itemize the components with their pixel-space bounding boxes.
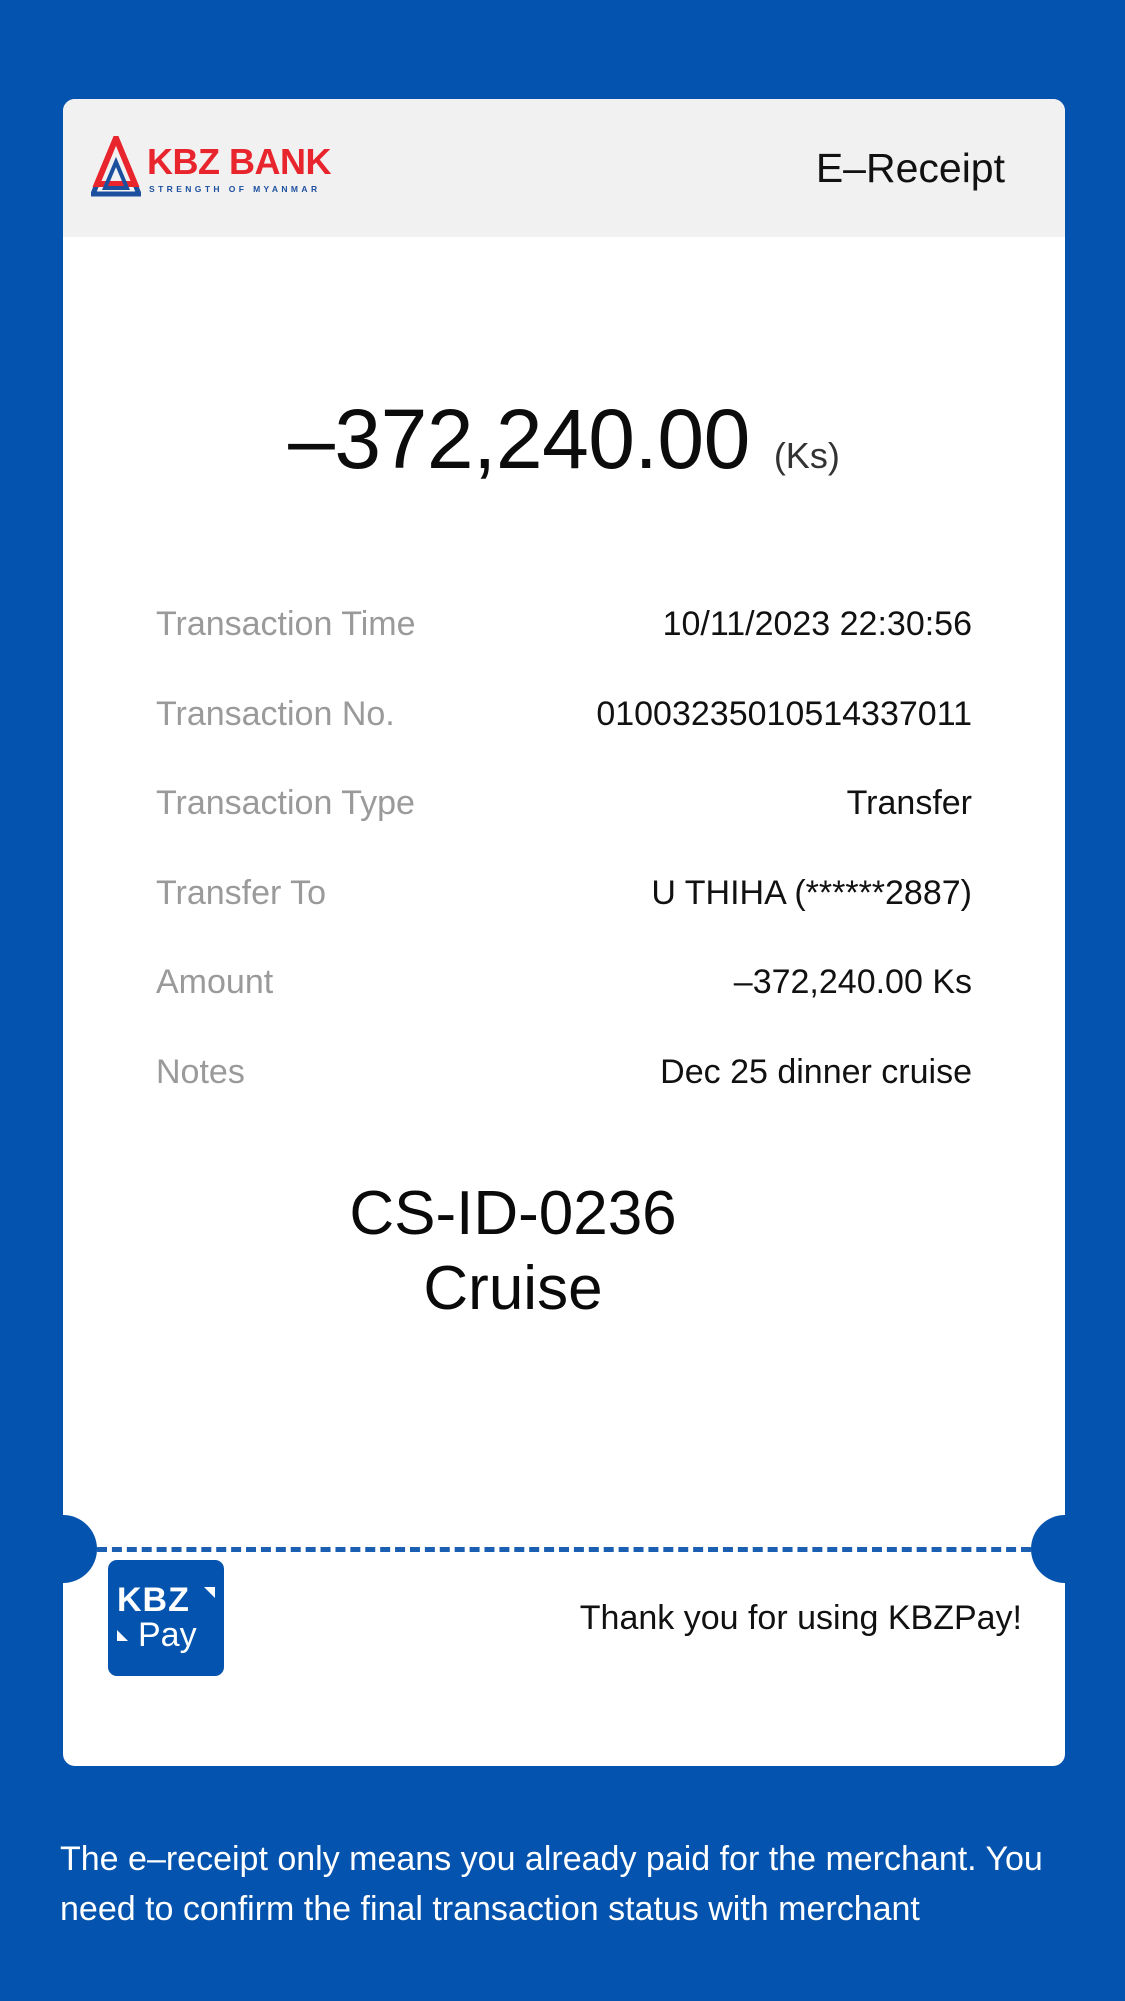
perforation-divider [97, 1547, 1031, 1552]
amount-unit: (Ks) [773, 435, 840, 476]
stamp-id: CS-ID-0236 [349, 1179, 677, 1248]
detail-label: Transaction Type [156, 784, 415, 822]
receipt-stamp: CS-ID-0236 Cruise [63, 1176, 1064, 1326]
detail-value: 10/11/2023 22:30:56 [662, 605, 972, 643]
detail-row-amount: Amount –372,240.00 Ks [156, 952, 972, 1042]
amount-value: –372,240.00 [288, 392, 750, 486]
ticket-notch-right [1031, 1515, 1065, 1583]
receipt-disclaimer: The e–receipt only means you already pai… [60, 1840, 1043, 1928]
detail-value: U THIHA (******2887) [651, 873, 972, 912]
detail-label: Notes [156, 1052, 245, 1091]
detail-label: Transaction Time [156, 605, 416, 643]
thank-you-message: Thank you for using KBZPay! [579, 1599, 1022, 1637]
detail-value: Transfer [846, 784, 972, 822]
receipt-card: KBZ BANK STRENGTH OF MYANMAR E–Receipt –… [63, 99, 1065, 1766]
pay-logo-pay: Pay [138, 1616, 197, 1654]
detail-row-transaction-type: Transaction Type Transfer [156, 773, 972, 863]
logo-tagline: STRENGTH OF MYANMAR [149, 184, 321, 194]
transaction-details: Transaction Time 10/11/2023 22:30:56 Tra… [156, 594, 972, 1131]
stamp-category: Cruise [423, 1254, 603, 1323]
detail-row-transaction-time: Transaction Time 10/11/2023 22:30:56 [156, 594, 972, 684]
detail-row-notes: Notes Dec 25 dinner cruise [156, 1042, 972, 1132]
detail-value: Dec 25 dinner cruise [660, 1052, 972, 1091]
detail-row-transaction-no: Transaction No. 01003235010514337011 [156, 684, 972, 774]
page-title: E–Receipt [815, 145, 1005, 191]
logo-wordmark: KBZ BANK [147, 141, 331, 182]
detail-row-transfer-to: Transfer To U THIHA (******2887) [156, 863, 972, 953]
kbz-triangle-logo-icon [91, 136, 141, 197]
detail-label: Transfer To [156, 873, 327, 912]
pay-logo-kbz: KBZ [117, 1581, 190, 1619]
detail-label: Transaction No. [156, 694, 395, 733]
ticket-notch-left [63, 1515, 97, 1583]
receipt-header: KBZ BANK STRENGTH OF MYANMAR E–Receipt [63, 99, 1065, 237]
kbzpay-logo-icon: KBZ Pay [108, 1560, 224, 1676]
amount-display: –372,240.00 (Ks) [63, 391, 1065, 488]
logo-corner-mark [204, 1587, 215, 1598]
logo-corner-mark [117, 1630, 128, 1641]
kbz-bank-logo: KBZ BANK STRENGTH OF MYANMAR [91, 136, 341, 202]
detail-value: –372,240.00 Ks [733, 963, 972, 1001]
detail-value: 01003235010514337011 [596, 694, 972, 733]
detail-label: Amount [156, 963, 274, 1001]
